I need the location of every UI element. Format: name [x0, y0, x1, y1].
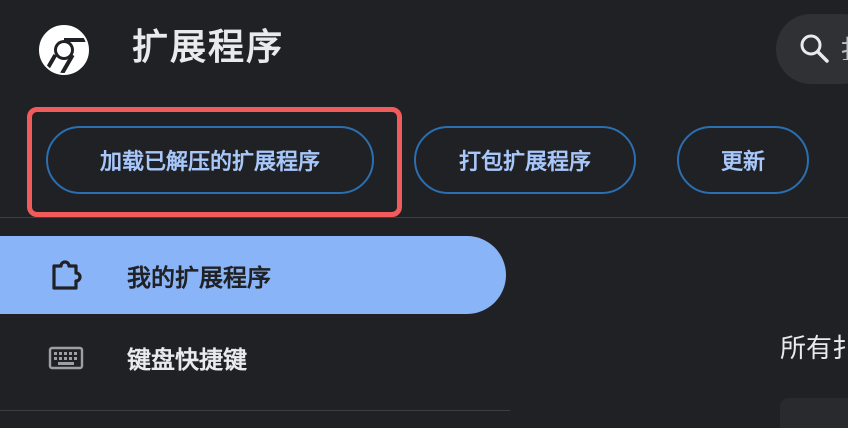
puzzle-piece-icon	[48, 258, 84, 294]
extensions-page: 扩展程序 扌 加载已解压的扩展程序 打包扩展程序 更新 我的扩展程序	[0, 0, 848, 428]
pack-extension-button[interactable]: 打包扩展程序	[414, 126, 636, 194]
sidebar-item-my-extensions[interactable]: 我的扩展程序	[0, 236, 506, 314]
sidebar-divider	[0, 410, 510, 411]
search-box[interactable]	[776, 14, 848, 84]
sidebar-item-label: 键盘快捷键	[127, 345, 247, 374]
page-title: 扩展程序	[132, 27, 285, 68]
search-placeholder: 扌	[840, 30, 848, 60]
update-button[interactable]: 更新	[677, 126, 809, 194]
load-unpacked-button[interactable]: 加载已解压的扩展程序	[46, 126, 374, 194]
sidebar-item-keyboard-shortcuts[interactable]: 键盘快捷键	[0, 318, 506, 396]
search-icon	[800, 34, 829, 63]
chrome-logo-icon	[38, 24, 90, 76]
section-heading: 所有扌	[780, 334, 848, 364]
sidebar-item-label: 我的扩展程序	[127, 263, 271, 292]
header-divider	[0, 217, 848, 218]
extension-card	[780, 398, 848, 428]
keyboard-icon	[48, 340, 84, 376]
